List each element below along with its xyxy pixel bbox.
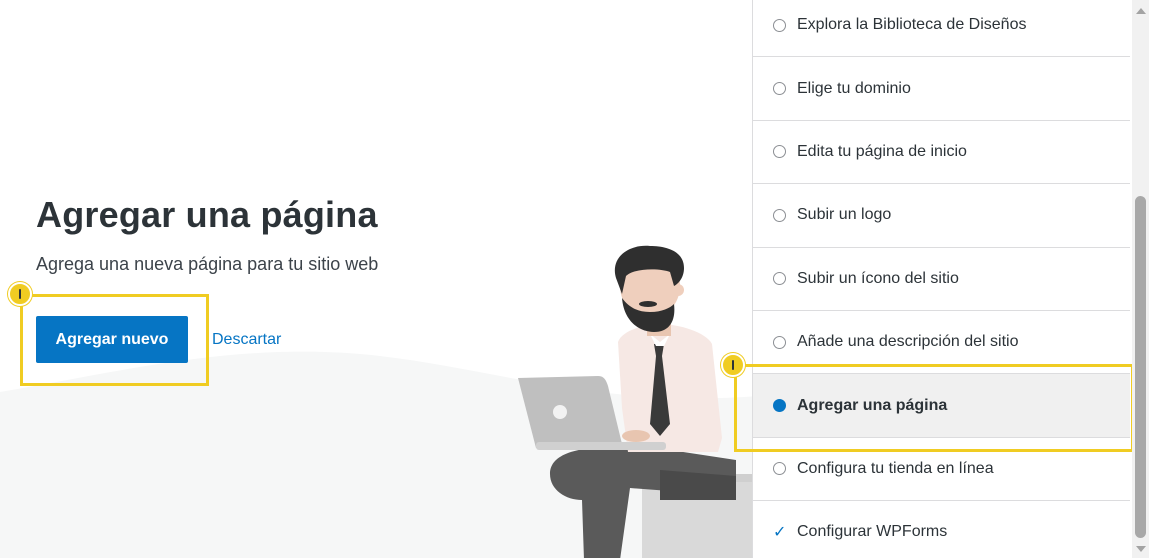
checkmark-icon bbox=[773, 522, 786, 542]
task-label: Configura tu tienda en línea bbox=[797, 459, 994, 477]
page-title: Agregar una página bbox=[36, 194, 378, 235]
circle-outline-icon bbox=[773, 272, 786, 286]
page-subtitle: Agrega una nueva página para tu sitio we… bbox=[36, 254, 379, 274]
highlight-frame-add-button bbox=[20, 294, 209, 386]
task-label: Configurar WPForms bbox=[797, 523, 948, 541]
checklist-task[interactable]: Configurar WPForms bbox=[753, 501, 1130, 558]
checklist-task[interactable]: Explora la Biblioteca de Diseños bbox=[753, 0, 1130, 58]
person-with-laptop-illustration bbox=[518, 245, 752, 558]
checklist-task[interactable]: Edita tu página de inicio bbox=[753, 121, 1130, 185]
circle-outline-icon bbox=[773, 335, 786, 349]
checklist-task[interactable]: Subir un logo bbox=[753, 184, 1130, 248]
circle-outline-icon bbox=[773, 82, 786, 96]
task-label: Elige tu dominio bbox=[797, 79, 911, 97]
setup-checklist: Explora la Biblioteca de Diseños Elige tu… bbox=[752, 0, 1130, 558]
info-marker-icon bbox=[721, 353, 745, 377]
scroll-up-arrow-icon[interactable] bbox=[1136, 8, 1146, 14]
circle-outline-icon bbox=[773, 18, 786, 32]
launchpad-screen: Agregar una página Agrega una nueva pági… bbox=[0, 0, 1149, 558]
scroll-down-arrow-icon[interactable] bbox=[1136, 546, 1146, 552]
task-label: Añade una descripción del sitio bbox=[797, 333, 1019, 351]
circle-outline-icon bbox=[773, 462, 786, 476]
checklist-task[interactable]: Subir un ícono del sitio bbox=[753, 248, 1130, 311]
task-label: Edita tu página de inicio bbox=[797, 142, 967, 160]
task-label: Explora la Biblioteca de Diseños bbox=[797, 16, 1027, 34]
circle-outline-icon bbox=[773, 208, 786, 222]
checklist-task[interactable]: Elige tu dominio bbox=[753, 57, 1130, 121]
dismiss-link[interactable]: Descartar bbox=[212, 331, 281, 349]
info-marker-icon bbox=[8, 282, 32, 306]
scrollbar[interactable] bbox=[1132, 0, 1149, 558]
highlight-frame-active-task bbox=[734, 364, 1134, 452]
circle-outline-icon bbox=[773, 145, 786, 159]
task-label: Subir un logo bbox=[797, 206, 892, 224]
task-label: Subir un ícono del sitio bbox=[797, 269, 959, 287]
scroll-thumb[interactable] bbox=[1135, 196, 1146, 538]
